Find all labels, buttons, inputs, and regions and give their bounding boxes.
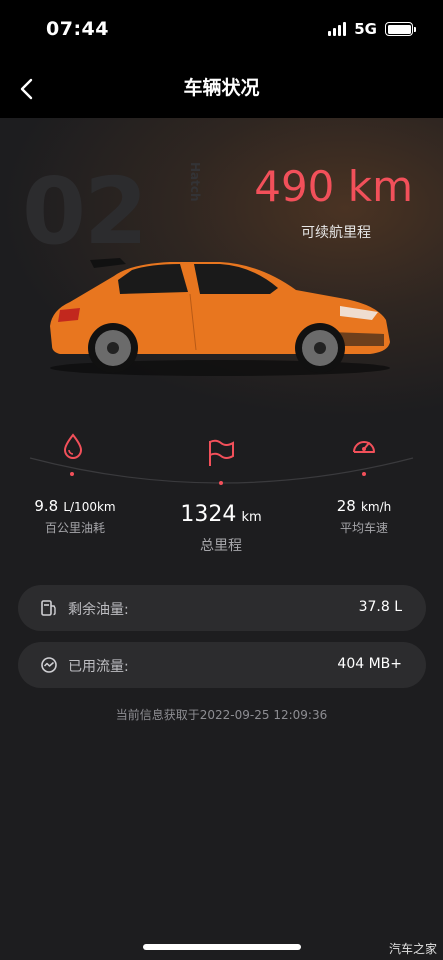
stat-unit: km/h: [360, 500, 392, 514]
stat-value: 28: [336, 497, 356, 515]
page-title: 车辆状况: [183, 77, 260, 99]
car-image: [50, 258, 390, 376]
source-watermark: 汽车之家: [388, 942, 437, 956]
update-timestamp: 当前信息获取于2022-09-25 12:09:36: [115, 708, 328, 722]
stat-label: 百公里油耗: [44, 521, 105, 535]
flag-icon: [206, 438, 236, 468]
stat-total-mileage: 1324 km 总里程: [151, 502, 291, 555]
info-label: 已用流量:: [68, 659, 129, 675]
info-label: 剩余油量:: [68, 602, 129, 618]
status-indicators: 5G: [328, 20, 416, 38]
data-usage-icon: [41, 657, 57, 673]
fuel-pump-icon: [41, 600, 56, 616]
stat-fuel-consumption: 9.8 L/100km 百公里油耗: [20, 496, 130, 536]
network-type: 5G: [354, 20, 377, 38]
droplet-icon: [58, 431, 88, 461]
status-bar: 07:44 5G: [0, 0, 443, 60]
range-value: 490 km: [254, 162, 413, 211]
info-row-data-usage: 已用流量: 404 MB+: [18, 642, 426, 688]
model-watermark-sub: Hatch: [188, 162, 202, 202]
stat-average-speed: 28 km/h 平均车速: [314, 496, 414, 536]
speedometer-icon: [349, 432, 379, 462]
status-time: 07:44: [46, 18, 109, 40]
range-label: 可续航里程: [301, 225, 371, 241]
nav-bar: 车辆状况: [0, 60, 443, 118]
model-watermark: 02: [22, 158, 148, 265]
battery-icon: [385, 22, 416, 36]
info-value: 37.8 L: [358, 599, 402, 615]
stat-label: 平均车速: [339, 521, 388, 535]
hero-section: 02 Hatch 490 km 可续航里程: [0, 118, 443, 418]
stat-label: 总里程: [200, 538, 242, 554]
info-row-fuel-level: 剩余油量: 37.8 L: [18, 585, 426, 631]
stat-value: 1324: [180, 502, 237, 527]
stat-unit: L/100km: [63, 500, 116, 514]
home-indicator[interactable]: [143, 944, 301, 950]
signal-icon: [328, 22, 347, 36]
info-value: 404 MB+: [337, 656, 402, 672]
stat-unit: km: [241, 510, 262, 525]
stat-value: 9.8: [34, 497, 59, 515]
